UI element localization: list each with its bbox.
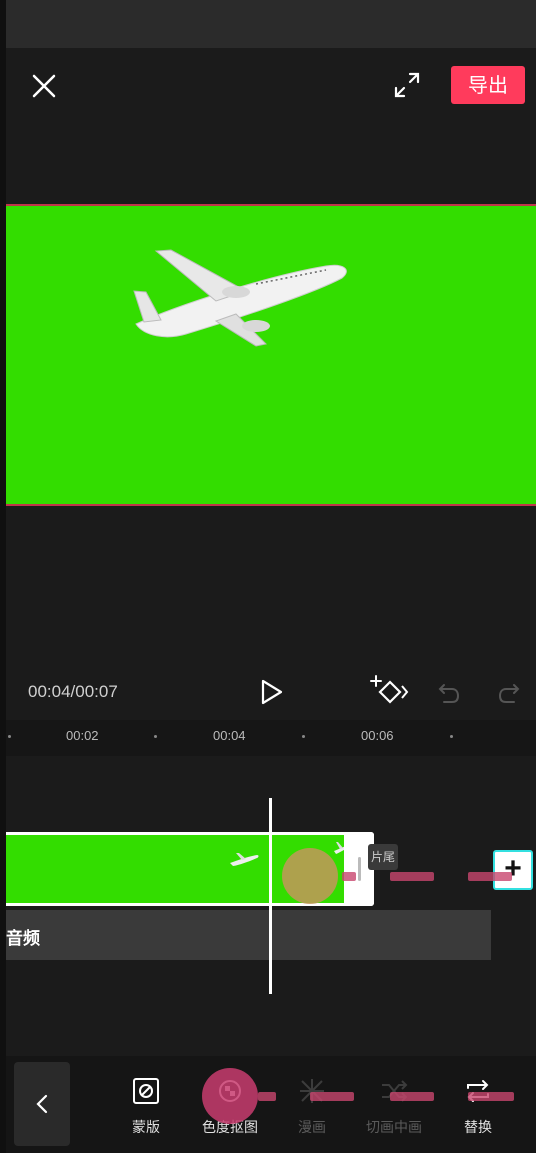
tool-label: 蒙版 [132, 1120, 160, 1136]
audio-track[interactable]: 音频 [6, 910, 491, 960]
undo-icon [438, 684, 460, 703]
tick-label: 00:04 [213, 728, 246, 743]
fullscreen-icon [394, 72, 420, 98]
add-clip-button[interactable]: + [493, 850, 533, 890]
fullscreen-button[interactable] [392, 70, 422, 100]
tick-dot [154, 735, 157, 738]
swipe-trail [468, 872, 512, 881]
tool-comic[interactable]: 漫画 [272, 1076, 352, 1137]
tool-label: 替换 [464, 1120, 492, 1136]
tick-label: 00:02 [66, 728, 99, 743]
tick-dot [8, 735, 11, 738]
trim-handle-grip [358, 857, 361, 881]
status-bar [6, 0, 536, 48]
time-ruler[interactable]: 00:02 00:04 00:06 [6, 720, 536, 756]
play-icon [261, 679, 283, 705]
tick-dot [450, 735, 453, 738]
comic-icon [300, 1079, 324, 1103]
touch-indicator [202, 1068, 258, 1124]
tool-replace[interactable]: 替换 [438, 1076, 518, 1137]
audio-track-label: 音频 [6, 929, 40, 949]
undo-button[interactable] [436, 680, 462, 706]
bottom-toolbar: 蒙版 色度抠图 漫画 切画中画 替换 [6, 1056, 536, 1153]
close-button[interactable] [28, 70, 60, 102]
tick-dot [302, 735, 305, 738]
tool-pip-switch[interactable]: 切画中画 [354, 1076, 434, 1137]
swipe-trail [258, 1092, 276, 1101]
swipe-trail [468, 1092, 514, 1101]
swipe-trail [390, 1092, 434, 1101]
swipe-trail [390, 872, 434, 881]
back-button[interactable] [14, 1062, 70, 1146]
replace-icon [467, 1080, 489, 1102]
video-preview[interactable] [6, 204, 536, 506]
chevron-left-icon [36, 1094, 48, 1114]
play-button[interactable] [259, 678, 285, 706]
close-icon [32, 74, 56, 98]
timeline-area: 片尾 + 音频 [6, 756, 536, 1056]
redo-icon [498, 684, 520, 703]
add-keyframe-button[interactable] [370, 674, 410, 708]
pip-switch-icon [382, 1080, 408, 1102]
ending-clip-label[interactable]: 片尾 [368, 844, 398, 870]
swipe-trail [310, 1092, 354, 1101]
mask-icon [133, 1078, 159, 1104]
clip-thumbnail-plane [230, 853, 259, 866]
swipe-trail [342, 872, 356, 881]
playback-controls: 00:04/00:07 [6, 672, 536, 712]
tick-label: 00:06 [361, 728, 394, 743]
tool-label: 切画中画 [366, 1120, 422, 1136]
tool-mask[interactable]: 蒙版 [106, 1076, 186, 1137]
export-button[interactable]: 导出 [451, 66, 525, 104]
keyframe-icon [370, 675, 409, 704]
top-bar: 导出 [6, 48, 536, 128]
playhead[interactable] [269, 798, 272, 994]
airplane-image [133, 249, 347, 347]
redo-button[interactable] [496, 680, 522, 706]
touch-indicator [282, 848, 338, 904]
tool-label: 漫画 [298, 1120, 326, 1136]
timecode: 00:04/00:07 [28, 682, 118, 701]
app-frame: 导出 00:04/00:07 00:02 00:04 00:06 片尾 + 音频… [6, 0, 536, 1153]
